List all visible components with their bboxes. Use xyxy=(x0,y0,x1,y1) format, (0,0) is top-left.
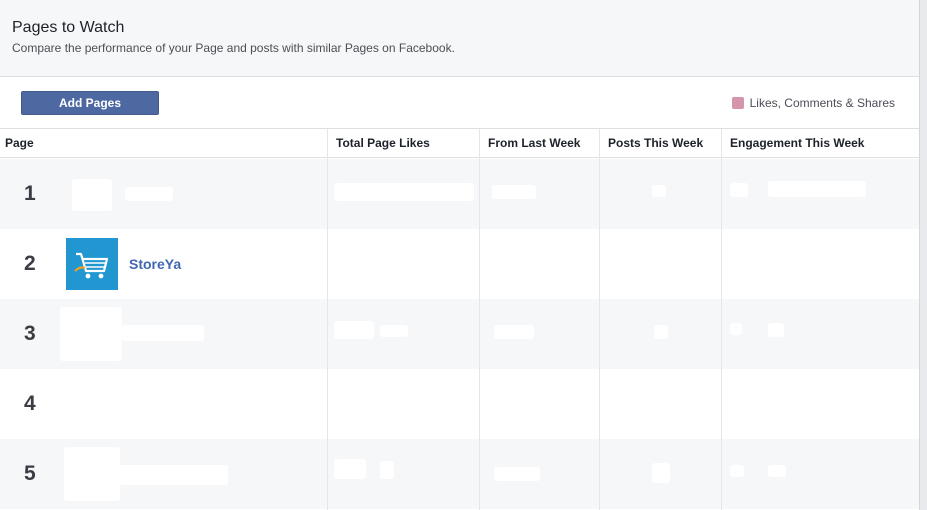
redacted-page-name xyxy=(125,187,173,201)
panel-header: Pages to Watch Compare the performance o… xyxy=(0,0,919,77)
redacted-thumbnail xyxy=(60,307,122,361)
redacted-value xyxy=(652,185,666,197)
redacted-value xyxy=(768,323,784,337)
column-divider xyxy=(479,129,480,510)
row-rank: 4 xyxy=(24,392,36,415)
redacted-value xyxy=(654,325,668,339)
redacted-value xyxy=(380,325,408,337)
panel-edge xyxy=(919,0,927,510)
table-row: 2 StoreYa xyxy=(0,229,919,299)
redacted-value xyxy=(380,461,394,479)
redacted-value xyxy=(652,463,670,483)
redacted-value xyxy=(492,185,536,199)
redacted-thumbnail xyxy=(64,447,120,501)
page-title: Pages to Watch xyxy=(12,19,125,36)
table-row: 1 xyxy=(0,159,919,229)
row-rank: 2 xyxy=(24,252,36,275)
page-name-link[interactable]: StoreYa xyxy=(129,229,181,299)
column-divider xyxy=(721,129,722,510)
redacted-value xyxy=(730,465,744,477)
legend-label: Likes, Comments & Shares xyxy=(749,96,895,110)
table-row: 3 xyxy=(0,299,919,369)
column-divider xyxy=(327,129,328,510)
redacted-value xyxy=(334,321,374,339)
table-header: Page Total Page Likes From Last Week Pos… xyxy=(0,129,919,158)
shopping-cart-icon xyxy=(74,252,109,279)
redacted-value xyxy=(494,325,534,339)
redacted-value xyxy=(494,467,540,481)
column-header-total-page-likes[interactable]: Total Page Likes xyxy=(336,129,430,158)
column-divider xyxy=(599,129,600,510)
add-pages-button[interactable]: Add Pages xyxy=(21,91,159,115)
column-header-from-last-week[interactable]: From Last Week xyxy=(488,129,580,158)
pages-to-watch-panel: Pages to Watch Compare the performance o… xyxy=(0,0,919,510)
column-header-engagement-this-week[interactable]: Engagement This Week xyxy=(730,129,864,158)
table-row: 5 xyxy=(0,439,919,509)
toolbar: Add Pages Likes, Comments & Shares xyxy=(0,77,919,129)
redacted-value xyxy=(334,459,366,479)
redacted-page-name xyxy=(122,325,204,341)
redacted-value xyxy=(334,183,474,201)
redacted-value xyxy=(768,465,786,477)
column-header-posts-this-week[interactable]: Posts This Week xyxy=(608,129,703,158)
page-subtitle: Compare the performance of your Page and… xyxy=(12,41,455,55)
redacted-value xyxy=(768,181,866,197)
redacted-page-name xyxy=(118,465,228,485)
redacted-thumbnail xyxy=(72,179,112,211)
row-rank: 5 xyxy=(24,462,36,485)
legend: Likes, Comments & Shares xyxy=(731,96,895,110)
column-header-page[interactable]: Page xyxy=(5,129,34,158)
redacted-value xyxy=(730,183,748,197)
legend-swatch xyxy=(731,97,744,109)
storeya-thumbnail[interactable] xyxy=(66,238,118,290)
row-rank: 3 xyxy=(24,322,36,345)
table-row: 4 xyxy=(0,369,919,439)
row-rank: 1 xyxy=(24,182,36,205)
redacted-value xyxy=(730,323,742,335)
